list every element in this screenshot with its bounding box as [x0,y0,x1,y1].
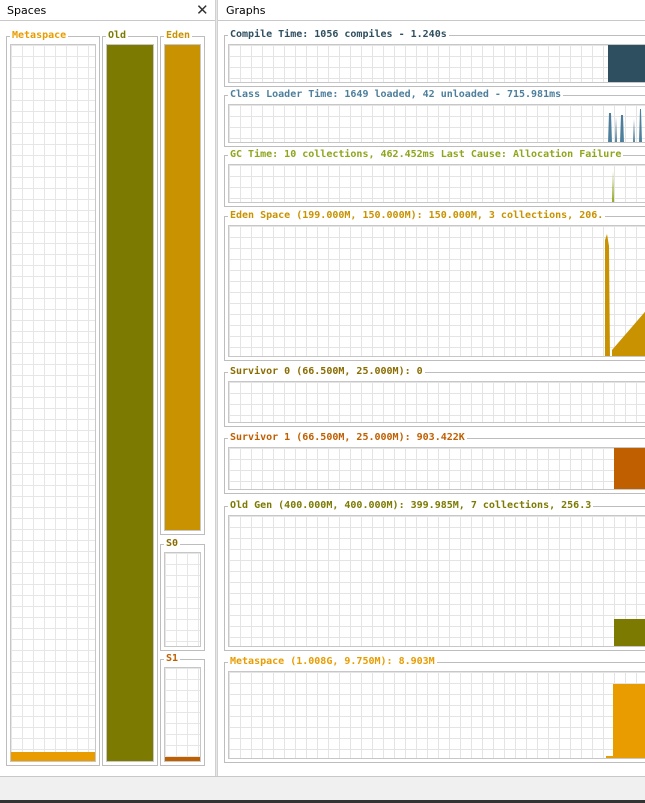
space-s0-label: S0 [164,538,181,550]
space-metaspace-label: Metaspace [10,30,69,42]
graph-class-loader: Class Loader Time: 1649 loaded, 42 unloa… [224,89,645,147]
gc-time-spike [612,171,614,202]
graph-survivor-0-title: Survivor 0 (66.500M, 25.000M): 0 [228,366,425,378]
metaspace-usage [606,684,645,758]
space-old: Old [102,30,158,766]
graph-class-loader-title: Class Loader Time: 1649 loaded, 42 unloa… [228,89,564,101]
graph-old-gen: Old Gen (400.000M, 400.000M): 399.985M, … [224,500,645,651]
space-metaspace: Metaspace [6,30,100,766]
close-icon[interactable]: ✕ [196,1,209,19]
space-old-label: Old [106,30,129,42]
graph-old-gen-title: Old Gen (400.000M, 400.000M): 399.985M, … [228,500,594,512]
space-old-chart [106,44,154,762]
space-eden-chart [164,44,201,531]
space-eden: Eden [160,30,205,535]
graph-survivor-1: Survivor 1 (66.500M, 25.000M): 903.422K [224,432,645,494]
space-old-fill [107,45,153,761]
old-gen-usage [614,619,645,646]
space-s1-fill [165,757,200,761]
graph-compile-time: Compile Time: 1056 compiles - 1.240s [224,29,645,87]
graph-class-loader-plot [228,104,645,143]
space-eden-label: Eden [164,30,193,42]
graph-compile-time-plot [228,44,645,83]
spaces-tab-header[interactable]: Spaces ✕ [0,0,215,21]
graph-metaspace-plot [228,671,645,759]
graph-survivor-0-plot [228,381,645,423]
graph-eden-space-title: Eden Space (199.000M, 150.000M): 150.000… [228,210,606,222]
space-s0-chart [164,552,201,647]
survivor-1-usage [614,448,645,489]
spaces-panel: Spaces ✕ Metaspace Old Eden S0 S1 [0,0,215,776]
graph-survivor-0: Survivor 0 (66.500M, 25.000M): 0 [224,366,645,427]
spaces-tab-title[interactable]: Spaces [7,4,46,17]
graph-compile-time-title: Compile Time: 1056 compiles - 1.240s [228,29,449,41]
graphs-panel: Graphs Compile Time: 1056 compiles - 1.2… [218,0,645,776]
graph-gc-time-title: GC Time: 10 collections, 462.452ms Last … [228,149,624,161]
space-s1: S1 [160,653,205,766]
graph-gc-time: GC Time: 10 collections, 462.452ms Last … [224,149,645,207]
graphs-tab-header[interactable]: Graphs [218,0,645,21]
graphs-tab-title[interactable]: Graphs [226,4,265,17]
space-metaspace-chart [10,44,96,762]
space-metaspace-fill [11,752,95,761]
space-s0: S0 [160,538,205,651]
graph-gc-time-plot [228,164,645,203]
space-eden-fill [165,45,200,530]
graph-metaspace: Metaspace (1.008G, 9.750M): 8.903M [224,656,645,763]
eden-space-usage [605,234,645,356]
compile-time-block [608,45,645,82]
graph-old-gen-plot [228,515,645,647]
space-s1-chart [164,667,201,762]
space-s1-label: S1 [164,653,181,665]
status-bar [0,776,645,803]
graph-eden-space-plot [228,225,645,357]
graph-survivor-1-plot [228,447,645,490]
graph-metaspace-title: Metaspace (1.008G, 9.750M): 8.903M [228,656,437,668]
graph-eden-space: Eden Space (199.000M, 150.000M): 150.000… [224,210,645,361]
class-loader-spikes [608,109,642,142]
graph-survivor-1-title: Survivor 1 (66.500M, 25.000M): 903.422K [228,432,467,444]
